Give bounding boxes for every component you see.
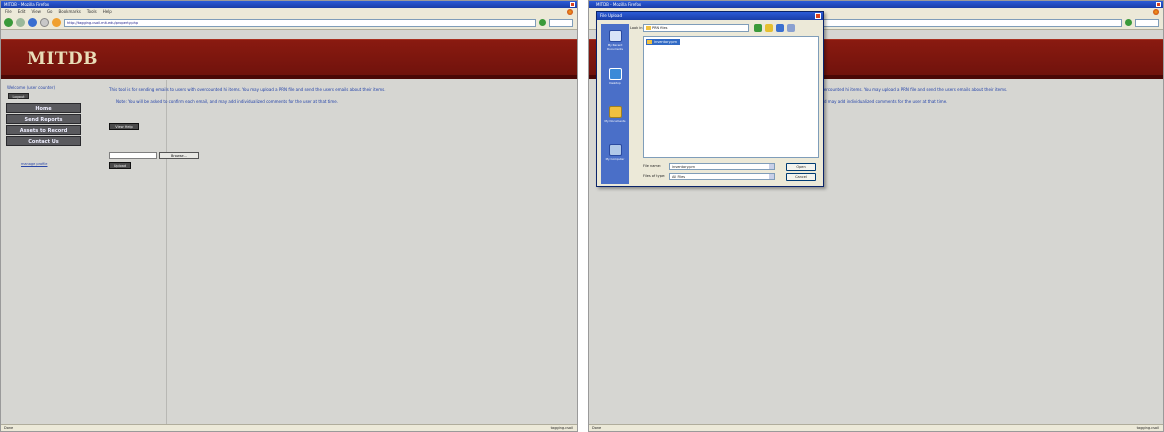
file-item-label: inventory.prn <box>654 40 678 44</box>
file-name-label: File name: <box>643 164 662 168</box>
dialog-titlebar: File Upload <box>597 12 823 20</box>
throbber-icon <box>1153 9 1159 15</box>
close-window-icon[interactable] <box>1156 2 1161 7</box>
open-button[interactable]: Open <box>786 163 816 171</box>
close-dialog-icon[interactable] <box>815 13 821 19</box>
sidebar-item-send-reports[interactable]: Send Reports <box>6 114 81 124</box>
site-logo: MITDB <box>27 49 99 69</box>
sidebar-item-assets-to-record[interactable]: Assets to Record <box>6 125 81 135</box>
window-titlebar: MITDB - Mozilla Firefox <box>1 1 577 8</box>
look-in-select[interactable]: PRN files <box>643 24 749 32</box>
recent-documents-icon <box>608 30 622 42</box>
menu-go[interactable]: Go <box>47 8 53 16</box>
window-title: MITDB - Mozilla Firefox <box>4 2 50 7</box>
cancel-button[interactable]: Cancel <box>786 173 816 181</box>
place-desktop[interactable]: Desktop <box>604 68 626 85</box>
status-host: tagging.csail <box>550 426 573 430</box>
menu-help[interactable]: Help <box>103 8 112 16</box>
place-label: My Documents <box>604 119 626 123</box>
window-title: MITDB - Mozilla Firefox <box>596 2 642 7</box>
sidebar-link[interactable]: manage profile <box>21 162 47 166</box>
my-computer-icon <box>608 144 622 156</box>
place-label: Desktop <box>609 81 621 85</box>
file-name-field[interactable]: inventory.prn <box>669 163 775 170</box>
file-type-select[interactable]: All Files <box>669 173 775 180</box>
status-text: Done <box>4 426 14 430</box>
file-type-value: All Files <box>672 175 686 179</box>
place-recent-documents[interactable]: My Recent Documents <box>604 30 626 51</box>
info-text-1: overcounted hi items. You may upload a P… <box>819 87 1008 92</box>
dialog-title: File Upload <box>600 13 622 18</box>
address-bar[interactable] <box>822 18 1122 27</box>
site-banner: MITDB <box>1 39 577 79</box>
menu-bookmarks[interactable]: Bookmarks <box>59 8 81 16</box>
status-bar: Done tagging.csail <box>589 424 1163 431</box>
search-box[interactable] <box>549 18 573 27</box>
view-menu-icon[interactable] <box>787 24 795 32</box>
forward-icon[interactable] <box>16 18 25 27</box>
desktop-icon <box>608 68 622 80</box>
file-path-input[interactable] <box>109 152 157 159</box>
menu-edit[interactable]: Edit <box>18 8 26 16</box>
file-upload-dialog: File Upload Look in: PRN files My Recent… <box>596 11 824 187</box>
place-label: My Computer <box>605 157 625 161</box>
up-folder-icon[interactable] <box>765 24 773 32</box>
chevron-down-icon[interactable] <box>769 174 774 179</box>
welcome-text: Welcome (user counter) <box>7 85 56 90</box>
column-divider <box>166 80 167 424</box>
place-label: My Recent Documents <box>607 43 623 51</box>
view-help-button[interactable]: View Help <box>109 123 139 130</box>
new-folder-icon[interactable] <box>776 24 784 32</box>
sidebar-menu: Home Send Reports Assets to Record Conta… <box>6 103 81 147</box>
search-box[interactable] <box>1135 18 1159 27</box>
go-icon[interactable] <box>539 19 546 26</box>
screenshot-left: MITDB - Mozilla Firefox File Edit View G… <box>0 0 578 432</box>
file-icon <box>647 40 652 44</box>
info-text-1: This tool is for sending emails to users… <box>109 87 386 92</box>
chevron-down-icon[interactable] <box>769 164 774 169</box>
menu-view[interactable]: View <box>31 8 41 16</box>
status-text: Done <box>592 426 602 430</box>
my-documents-icon <box>608 106 622 118</box>
status-bar: Done tagging.csail <box>1 424 577 431</box>
reload-icon[interactable] <box>28 18 37 27</box>
upload-button[interactable]: Upload <box>109 162 131 169</box>
place-my-documents[interactable]: My Documents <box>604 106 626 123</box>
info-text-2: and may add individualized comments for … <box>819 99 948 104</box>
browse-button[interactable]: Browse... <box>159 152 199 159</box>
close-window-icon[interactable] <box>570 2 575 7</box>
throbber-icon <box>567 9 573 15</box>
menu-tools[interactable]: Tools <box>87 8 97 16</box>
menu-file[interactable]: File <box>5 8 12 16</box>
window-titlebar: MITDB - Mozilla Firefox <box>589 1 1163 8</box>
folder-icon <box>646 26 651 30</box>
look-in-value: PRN files <box>652 26 668 30</box>
file-list[interactable]: inventory.prn <box>643 36 819 158</box>
sidebar-item-contact-us[interactable]: Contact Us <box>6 136 81 146</box>
logout-button[interactable]: Logout <box>8 93 29 99</box>
places-bar: My Recent Documents Desktop My Documents… <box>601 24 629 184</box>
status-host: tagging.csail <box>1136 426 1159 430</box>
banner-divider <box>1 75 577 78</box>
place-my-computer[interactable]: My Computer <box>604 144 626 161</box>
home-icon[interactable] <box>52 18 61 27</box>
menu-bar: File Edit View Go Bookmarks Tools Help <box>1 8 577 16</box>
back-icon[interactable] <box>4 18 13 27</box>
address-bar[interactable]: http://tagging.csail.mit.edu/property.ph… <box>64 18 536 27</box>
back-icon[interactable] <box>754 24 762 32</box>
stop-icon[interactable] <box>40 18 49 27</box>
page-content: MITDB Welcome (user counter) Logout Home… <box>1 30 577 424</box>
list-item[interactable]: inventory.prn <box>646 39 681 45</box>
info-text-2: Note: You will be asked to confirm each … <box>116 99 339 104</box>
screenshot-right: MITDB - Mozilla Firefox overcounted hi i… <box>588 0 1164 432</box>
sidebar-item-home[interactable]: Home <box>6 103 81 113</box>
file-name-value: inventory.prn <box>672 165 696 169</box>
navigation-toolbar: http://tagging.csail.mit.edu/property.ph… <box>1 16 577 30</box>
look-in-label: Look in: <box>630 26 644 30</box>
file-type-label: Files of type: <box>643 174 666 178</box>
go-icon[interactable] <box>1125 19 1132 26</box>
dialog-toolbar <box>754 24 795 32</box>
